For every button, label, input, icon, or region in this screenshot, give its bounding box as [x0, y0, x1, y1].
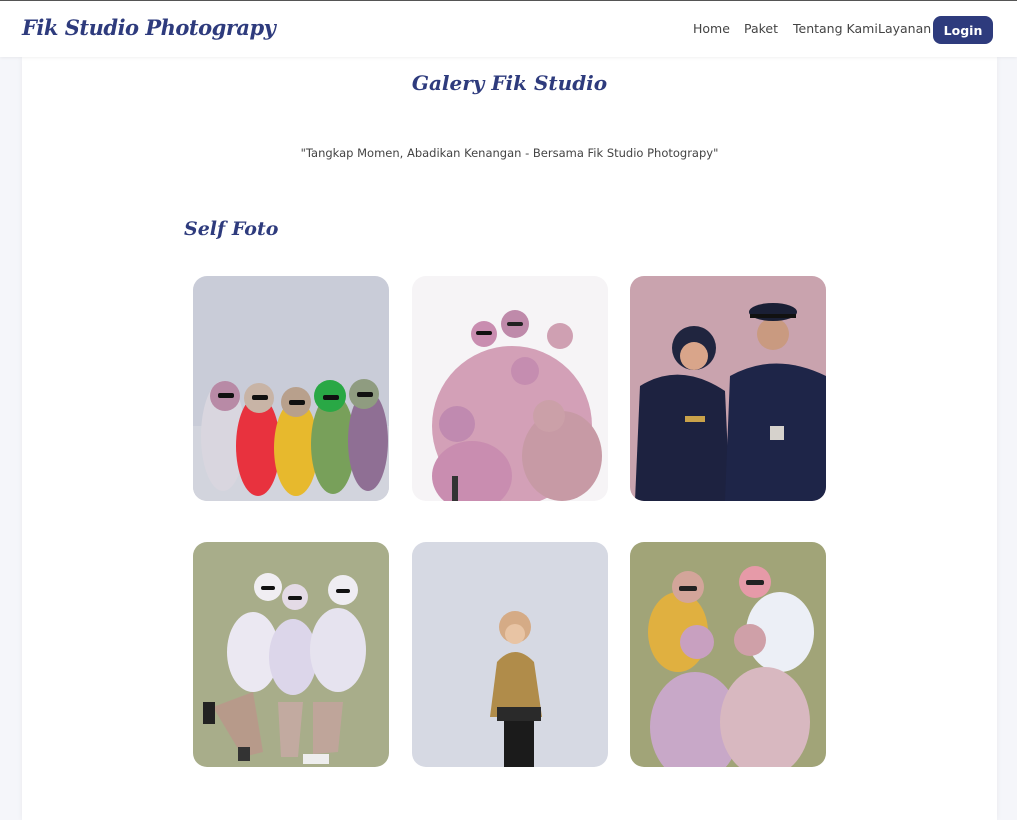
section-title-self-foto: Self Foto — [184, 218, 279, 240]
gallery-card: Galery Fik Studio "Tangkap Momen, Abadik… — [22, 57, 997, 820]
nav-home[interactable]: Home — [693, 21, 730, 36]
gallery-photo-3[interactable] — [630, 276, 826, 501]
login-button[interactable]: Login — [933, 16, 993, 44]
gallery-photo-6[interactable] — [630, 542, 826, 767]
gallery-tagline: "Tangkap Momen, Abadikan Kenangan - Bers… — [300, 146, 719, 160]
nav-layanan[interactable]: Layanan — [878, 21, 931, 36]
brand-logo[interactable]: Fik Studio Photograpy — [22, 15, 276, 40]
gallery-photo-5[interactable] — [412, 542, 608, 767]
gallery-title: Galery Fik Studio — [411, 71, 608, 95]
gallery-photo-4[interactable] — [193, 542, 389, 767]
navbar: Fik Studio Photograpy Home Paket Tentang… — [0, 0, 1017, 57]
nav-paket[interactable]: Paket — [744, 21, 778, 36]
gallery-photo-2[interactable] — [412, 276, 608, 501]
nav-tentang-kami[interactable]: Tentang Kami — [793, 21, 878, 36]
gallery-photo-1[interactable] — [193, 276, 389, 501]
